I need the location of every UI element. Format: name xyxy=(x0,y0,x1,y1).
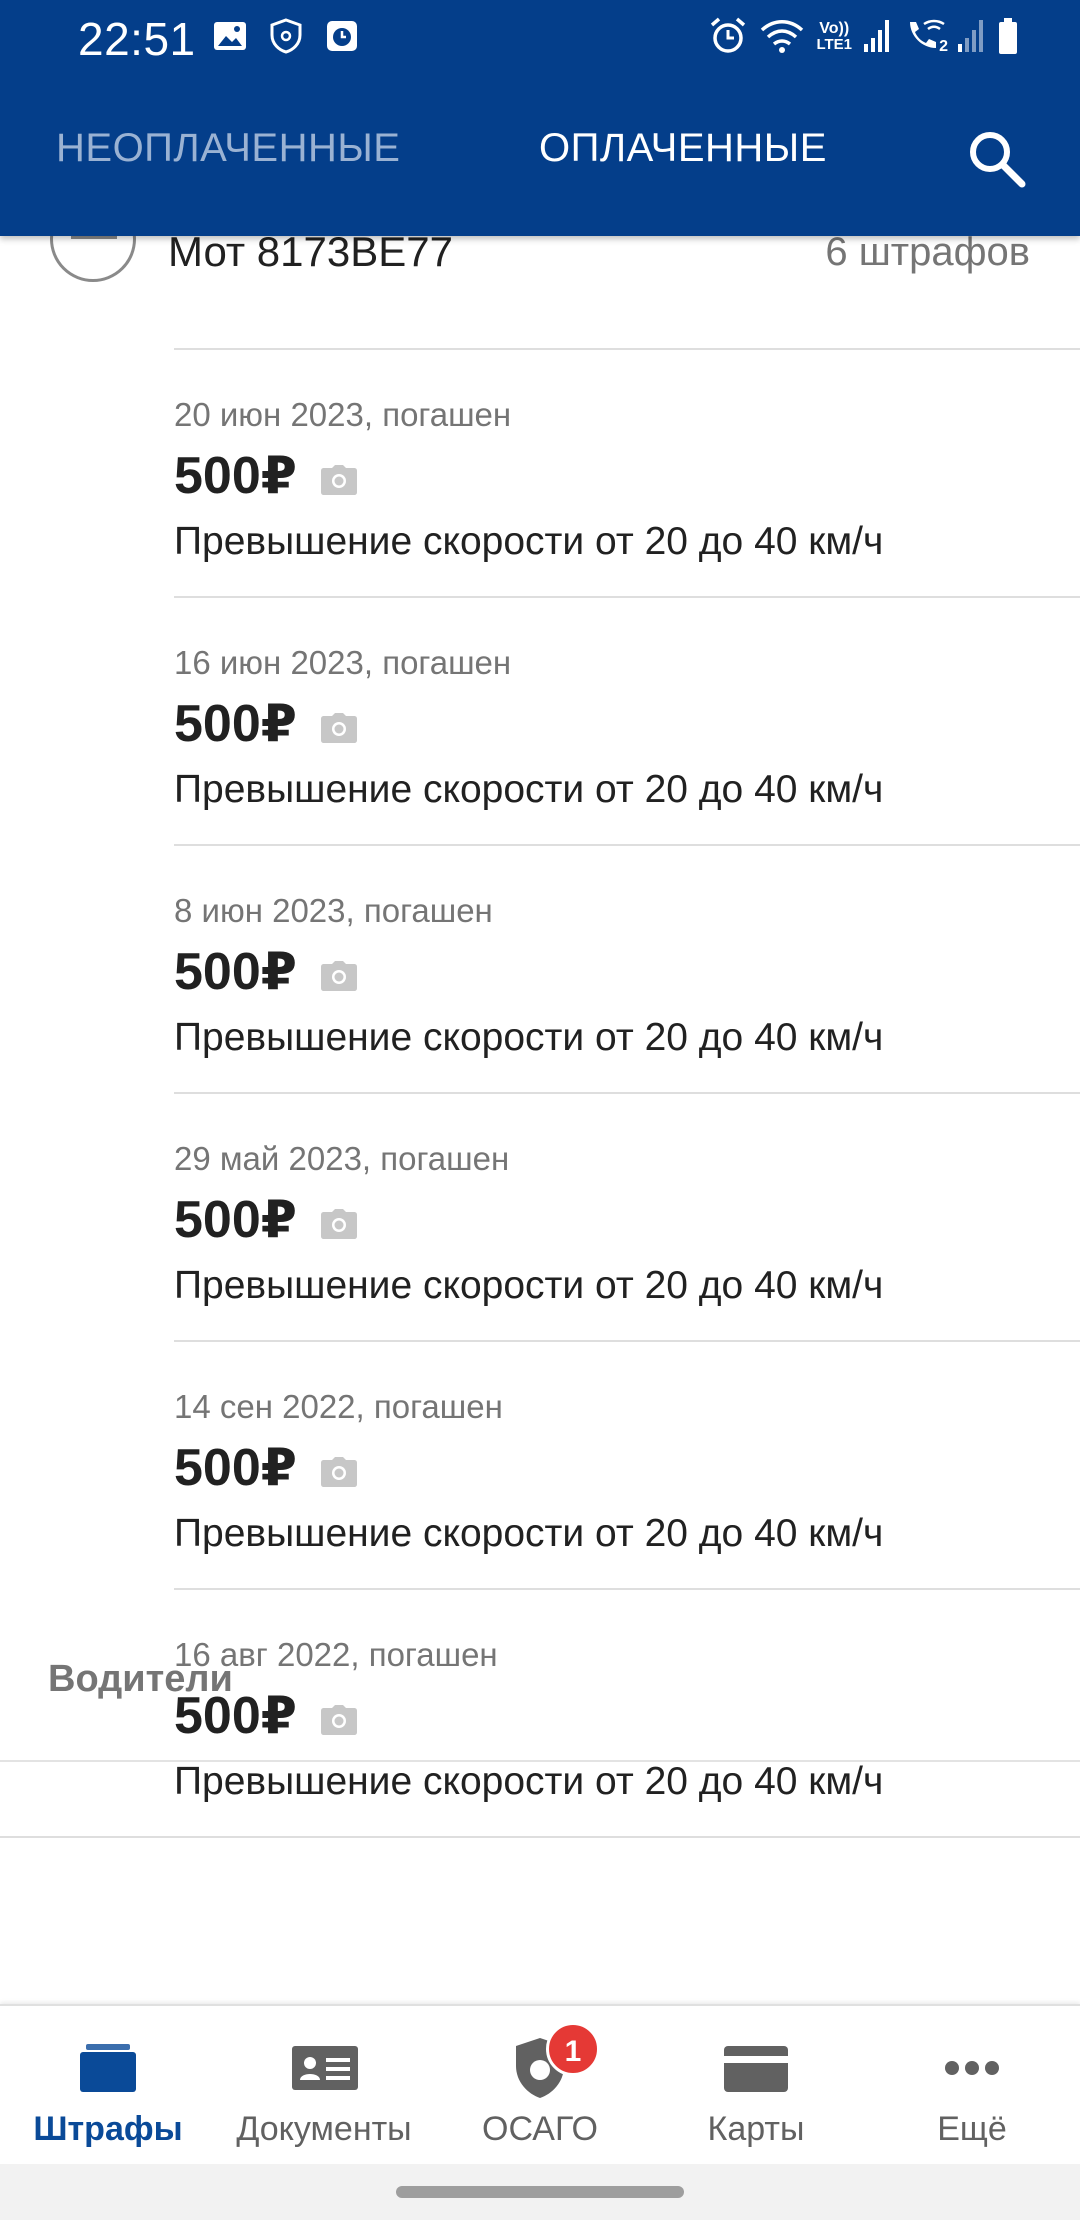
fine-item[interactable]: 16 июн 2023, погашен 500₽ Превышение ско… xyxy=(174,596,1080,844)
fine-item[interactable]: 29 май 2023, погашен 500₽ Превышение ско… xyxy=(174,1092,1080,1340)
alarm-icon xyxy=(711,17,746,53)
fine-item[interactable]: 8 июн 2023, погашен 500₽ Превышение скор… xyxy=(174,844,1080,1092)
nav-item-documents[interactable]: Документы xyxy=(216,2006,432,2166)
fine-date: 16 июн 2023, погашен xyxy=(174,644,512,681)
more-icon xyxy=(945,2061,999,2075)
gesture-navigation-area xyxy=(0,2164,1080,2220)
search-icon[interactable] xyxy=(960,122,1032,194)
drivers-label: Водители xyxy=(48,1658,233,1700)
fine-date: 20 июн 2023, погашен xyxy=(174,396,512,433)
fine-item[interactable]: 14 сен 2022, погашен 500₽ Превышение ско… xyxy=(174,1340,1080,1588)
camera-icon xyxy=(321,713,357,743)
vehicle-fines-count: 6 штрафов xyxy=(825,230,1030,274)
status-icons-right: Vo)) LTE1 2 xyxy=(708,14,1020,58)
nav-label-cards: Карты xyxy=(707,2110,805,2148)
nav-item-cards[interactable]: Карты xyxy=(648,2006,864,2166)
signal-2-icon xyxy=(958,20,983,52)
camera-icon xyxy=(321,1457,357,1487)
signal-icon xyxy=(864,20,889,52)
fine-amount: 500₽ xyxy=(174,1191,297,1249)
fine-amount: 500₽ xyxy=(174,447,297,505)
fine-amount: 500₽ xyxy=(174,1439,297,1497)
tab-unpaid[interactable]: НЕОПЛАЧЕННЫЕ xyxy=(56,126,400,171)
volte-lte1-icon: Vo)) LTE1 xyxy=(816,19,852,53)
list-divider xyxy=(0,1836,1080,1838)
wifi-icon xyxy=(761,20,804,53)
drivers-section[interactable]: Водители xyxy=(0,1602,1080,1762)
osago-badge: 1 xyxy=(546,2022,600,2076)
fine-amount: 500₽ xyxy=(174,943,297,1001)
top-bar: 22:51 Vo)) LTE1 2 НЕОПЛАЧЕННЫЕ ОПЛАЧЕННЫ… xyxy=(0,0,1080,236)
gesture-handle[interactable] xyxy=(396,2186,684,2198)
bottom-nav: Штрафы Документы 1 ОСАГО Карты Ещё xyxy=(0,2004,1080,2164)
camera-icon xyxy=(321,1209,357,1239)
status-time: 22:51 xyxy=(78,13,196,65)
nav-item-more[interactable]: Ещё xyxy=(864,2006,1080,2166)
nav-label-documents: Документы xyxy=(236,2110,412,2148)
wifi-call-icon: 2 xyxy=(902,16,948,56)
fine-description: Превышение скорости от 20 до 40 км/ч xyxy=(174,1760,884,1803)
image-icon xyxy=(214,22,246,50)
fine-date: 8 июн 2023, погашен xyxy=(174,892,493,929)
fines-icon xyxy=(80,2044,136,2092)
fine-amount: 500₽ xyxy=(174,695,297,753)
documents-icon xyxy=(292,2046,358,2090)
camera-icon xyxy=(321,961,357,991)
fine-date: 14 сен 2022, погашен xyxy=(174,1388,503,1425)
battery-icon xyxy=(999,18,1017,54)
app-bar: НЕОПЛАЧЕННЫЕ ОПЛАЧЕННЫЕ xyxy=(0,76,1080,236)
nav-item-osago[interactable]: 1 ОСАГО xyxy=(432,2006,648,2166)
nav-label-more: Ещё xyxy=(937,2110,1007,2148)
fine-description: Превышение скорости от 20 до 40 км/ч xyxy=(174,768,884,811)
tab-paid[interactable]: ОПЛАЧЕННЫЕ xyxy=(539,126,827,171)
nav-label-osago: ОСАГО xyxy=(482,2110,598,2148)
status-bar: 22:51 Vo)) LTE1 2 xyxy=(0,0,1080,76)
nav-label-fines: Штрафы xyxy=(33,2110,183,2148)
fine-description: Превышение скорости от 20 до 40 км/ч xyxy=(174,520,884,563)
shield-notification-icon xyxy=(270,18,302,54)
cards-icon xyxy=(724,2046,788,2092)
fine-date: 29 май 2023, погашен xyxy=(174,1140,510,1177)
fine-item[interactable]: 20 июн 2023, погашен 500₽ Превышение ско… xyxy=(174,348,1080,596)
clock-app-icon xyxy=(327,21,357,51)
fine-description: Превышение скорости от 20 до 40 км/ч xyxy=(174,1264,884,1307)
fine-description: Превышение скорости от 20 до 40 км/ч xyxy=(174,1016,884,1059)
fine-description: Превышение скорости от 20 до 40 км/ч xyxy=(174,1512,884,1555)
nav-item-fines[interactable]: Штрафы xyxy=(0,2006,216,2166)
camera-icon xyxy=(321,465,357,495)
